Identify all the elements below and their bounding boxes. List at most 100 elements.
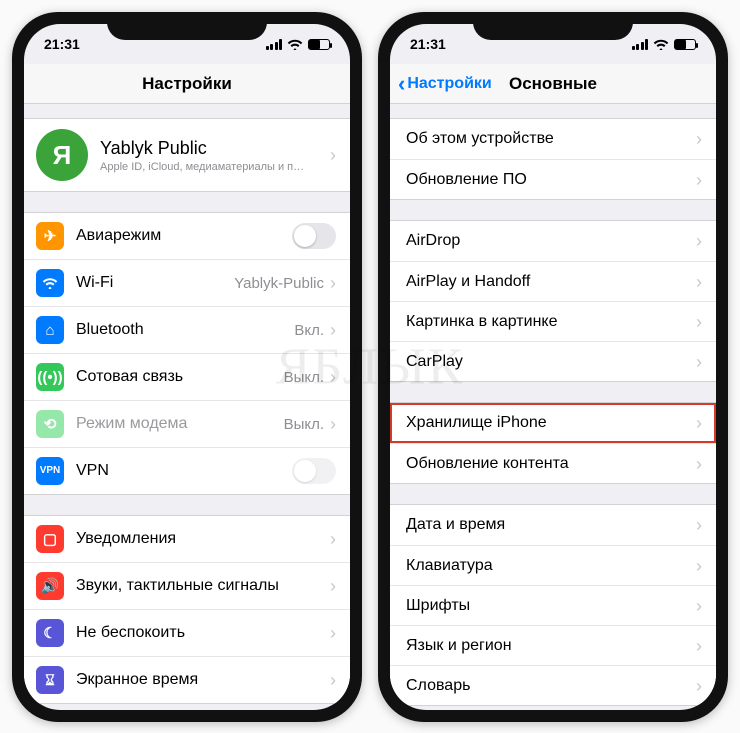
airplane-icon: ✈︎ (36, 222, 64, 250)
chevron-right-icon: › (330, 624, 336, 642)
row-airplay-handoff[interactable]: AirPlay и Handoff › (390, 261, 716, 301)
row-dictionary[interactable]: Словарь › (390, 665, 716, 705)
page-title: Настройки (142, 74, 232, 94)
row-hotspot: ⟲ Режим модема Выкл. › (24, 400, 350, 447)
apple-id-row[interactable]: Я Yablyk Public Apple ID, iCloud, медиам… (24, 119, 350, 191)
chevron-right-icon: › (330, 530, 336, 548)
row-software-update[interactable]: Обновление ПО › (390, 159, 716, 199)
chevron-right-icon: › (330, 415, 336, 433)
row-label: Дата и время (406, 516, 696, 534)
wifi-icon (36, 269, 64, 297)
phone-left: 21:31 Настройки Я Yablyk Public Apple ID… (12, 12, 362, 722)
hotspot-icon: ⟲ (36, 410, 64, 438)
dnd-icon: ☾ (36, 619, 64, 647)
row-pip[interactable]: Картинка в картинке › (390, 301, 716, 341)
row-bluetooth[interactable]: ⌂ Bluetooth Вкл. › (24, 306, 350, 353)
wifi-icon (653, 38, 669, 50)
row-label: Уведомления (76, 530, 330, 548)
row-notifications[interactable]: ▢ Уведомления › (24, 516, 350, 562)
row-label: Клавиатура (406, 557, 696, 575)
row-about[interactable]: Об этом устройстве › (390, 119, 716, 159)
avatar: Я (36, 129, 88, 181)
chevron-right-icon: › (330, 321, 336, 339)
chevron-right-icon: › (696, 597, 702, 615)
row-label: Картинка в картинке (406, 313, 696, 331)
row-background-refresh[interactable]: Обновление контента › (390, 443, 716, 483)
row-cellular[interactable]: ((•)) Сотовая связь Выкл. › (24, 353, 350, 400)
screen-left: 21:31 Настройки Я Yablyk Public Apple ID… (24, 24, 350, 710)
row-label: VPN (76, 462, 292, 480)
chevron-right-icon: › (696, 637, 702, 655)
status-time: 21:31 (44, 36, 104, 52)
nav-header: Настройки (24, 64, 350, 104)
nav-header: ‹ Настройки Основные (390, 64, 716, 104)
row-label: Не беспокоить (76, 624, 330, 642)
status-time: 21:31 (410, 36, 470, 52)
row-label: Wi-Fi (76, 274, 234, 292)
row-vpn[interactable]: VPN VPN (24, 447, 350, 494)
row-value: Yablyk-Public (234, 275, 324, 292)
general-list[interactable]: Об этом устройстве › Обновление ПО › Air… (390, 104, 716, 710)
row-sounds[interactable]: 🔊 Звуки, тактильные сигналы › (24, 562, 350, 609)
chevron-right-icon: › (330, 577, 336, 595)
row-label: Обновление контента (406, 455, 696, 473)
row-keyboard[interactable]: Клавиатура › (390, 545, 716, 585)
row-value: Вкл. (294, 322, 324, 339)
apple-id-subtitle: Apple ID, iCloud, медиаматериалы и покуп… (100, 161, 310, 173)
row-iphone-storage[interactable]: Хранилище iPhone › (390, 403, 716, 443)
chevron-right-icon: › (696, 313, 702, 331)
bluetooth-icon: ⌂ (36, 316, 64, 344)
row-label: CarPlay (406, 353, 696, 371)
chevron-right-icon: › (696, 130, 702, 148)
row-label: AirDrop (406, 232, 696, 250)
row-dnd[interactable]: ☾ Не беспокоить › (24, 609, 350, 656)
chevron-right-icon: › (696, 455, 702, 473)
chevron-right-icon: › (696, 516, 702, 534)
screen-right: 21:31 ‹ Настройки Основные Об этом устро… (390, 24, 716, 710)
chevron-right-icon: › (330, 274, 336, 292)
cellular-icon: ((•)) (36, 363, 64, 391)
settings-list[interactable]: Я Yablyk Public Apple ID, iCloud, медиам… (24, 104, 350, 710)
chevron-right-icon: › (696, 171, 702, 189)
row-carplay[interactable]: CarPlay › (390, 341, 716, 381)
vpn-icon: VPN (36, 457, 64, 485)
chevron-right-icon: › (696, 557, 702, 575)
toggle-airplane[interactable] (292, 223, 336, 249)
back-button[interactable]: ‹ Настройки (398, 64, 492, 103)
wifi-icon (287, 38, 303, 50)
screentime-icon: ⌛︎ (36, 666, 64, 694)
row-fonts[interactable]: Шрифты › (390, 585, 716, 625)
apple-id-name: Yablyk Public (100, 138, 330, 159)
row-screentime[interactable]: ⌛︎ Экранное время › (24, 656, 350, 703)
row-label: Язык и регион (406, 637, 696, 655)
toggle-vpn[interactable] (292, 458, 336, 484)
row-value: Выкл. (284, 369, 324, 386)
row-airdrop[interactable]: AirDrop › (390, 221, 716, 261)
chevron-right-icon: › (696, 677, 702, 695)
chevron-right-icon: › (696, 232, 702, 250)
row-airplane-mode[interactable]: ✈︎ Авиарежим (24, 213, 350, 259)
chevron-right-icon: › (330, 671, 336, 689)
notifications-icon: ▢ (36, 525, 64, 553)
chevron-right-icon: › (330, 146, 336, 164)
row-label: Хранилище iPhone (406, 414, 696, 432)
back-label: Настройки (407, 75, 491, 93)
phone-right: 21:31 ‹ Настройки Основные Об этом устро… (378, 12, 728, 722)
row-label: Звуки, тактильные сигналы (76, 577, 330, 595)
notch (473, 12, 633, 40)
row-label: Bluetooth (76, 321, 294, 339)
row-label: AirPlay и Handoff (406, 273, 696, 291)
chevron-right-icon: › (330, 368, 336, 386)
row-label: Об этом устройстве (406, 130, 696, 148)
row-wifi[interactable]: Wi-Fi Yablyk-Public › (24, 259, 350, 306)
row-language-region[interactable]: Язык и регион › (390, 625, 716, 665)
chevron-left-icon: ‹ (398, 73, 405, 95)
chevron-right-icon: › (696, 414, 702, 432)
row-date-time[interactable]: Дата и время › (390, 505, 716, 545)
row-label: Экранное время (76, 671, 330, 689)
row-label: Сотовая связь (76, 368, 284, 386)
row-label: Словарь (406, 677, 696, 695)
row-label: Режим модема (76, 415, 284, 433)
row-label: Обновление ПО (406, 171, 696, 189)
row-label: Авиарежим (76, 227, 292, 245)
